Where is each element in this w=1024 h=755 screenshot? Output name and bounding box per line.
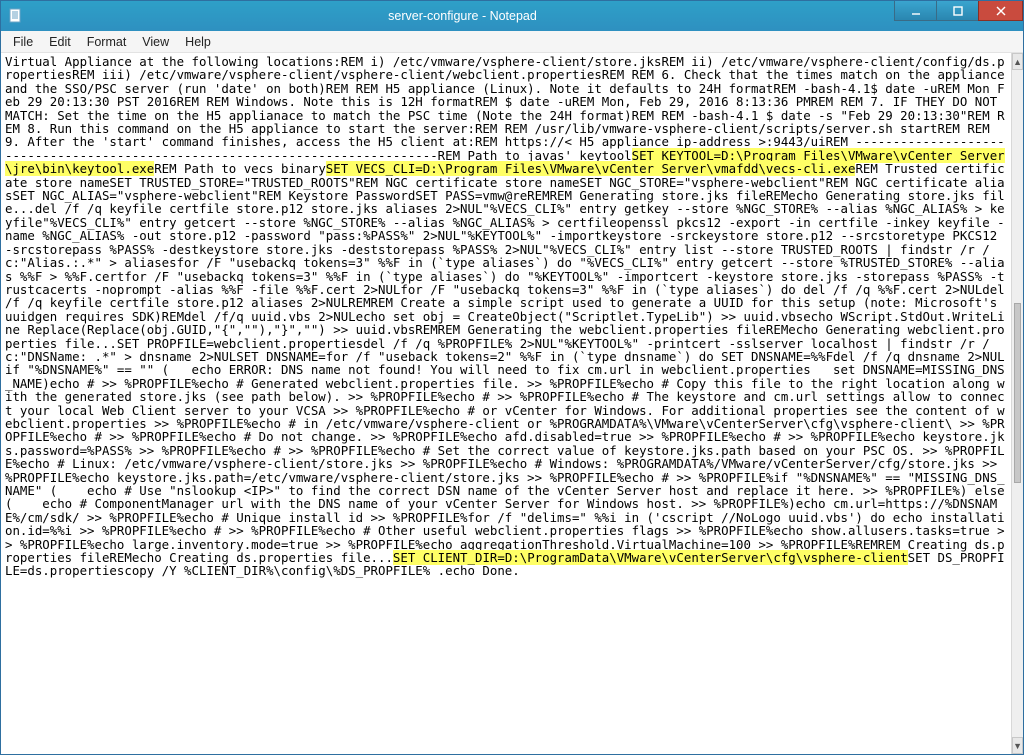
menu-format[interactable]: Format	[79, 31, 135, 52]
notepad-icon	[1, 1, 31, 31]
scroll-up-button[interactable]: ▲	[1012, 53, 1023, 70]
menu-file[interactable]: File	[5, 31, 41, 52]
menu-help[interactable]: Help	[177, 31, 219, 52]
window-controls	[894, 1, 1023, 31]
window-title: server-configure - Notepad	[31, 9, 894, 23]
scroll-down-button[interactable]: ▼	[1012, 737, 1023, 754]
menu-edit[interactable]: Edit	[41, 31, 79, 52]
minimize-button[interactable]	[894, 1, 937, 21]
close-button[interactable]	[978, 1, 1023, 21]
menubar: File Edit Format View Help	[1, 31, 1023, 53]
scroll-track[interactable]	[1012, 70, 1023, 737]
client-area: Virtual Appliance at the following locat…	[1, 53, 1023, 754]
titlebar[interactable]: server-configure - Notepad	[1, 1, 1023, 31]
highlighted-text: SET VECS_CLI=D:\Program Files\VMware\vCe…	[326, 161, 856, 176]
text-editor[interactable]: Virtual Appliance at the following locat…	[1, 53, 1011, 754]
maximize-button[interactable]	[936, 1, 979, 21]
notepad-window: server-configure - Notepad File Edit For…	[0, 0, 1024, 755]
vertical-scrollbar[interactable]: ▲ ▼	[1011, 53, 1023, 754]
scroll-thumb[interactable]	[1014, 303, 1021, 483]
highlighted-text: SET CLIENT_DIR=D:\ProgramData\VMware\vCe…	[393, 550, 908, 565]
menu-view[interactable]: View	[134, 31, 177, 52]
